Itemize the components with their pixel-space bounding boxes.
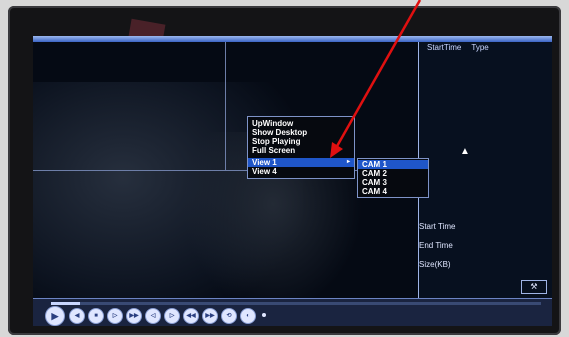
end-time-label: End Time [419, 241, 453, 250]
playback-bar: ▶ ◀ ■ ▷ ▶▶ ◁ ▷ ◀◀ ▶▶ ⟲ ◐ [33, 298, 552, 326]
header-type[interactable]: Type [471, 43, 488, 52]
menu-item-upwindow[interactable]: UpWindow [248, 119, 354, 128]
submenu-item-cam-3[interactable]: CAM 3 [358, 178, 428, 187]
start-time-label: Start Time [419, 222, 456, 231]
menu-item-show-desktop[interactable]: Show Desktop [248, 128, 354, 137]
menu-item-view-1[interactable]: View 1 ▸ [248, 158, 354, 167]
next-frame-icon: ▷ [169, 313, 175, 319]
prev-file-button[interactable]: ◀◀ [183, 308, 199, 324]
wrench-icon: ⚒ [530, 282, 538, 291]
slow-button[interactable]: ▷ [107, 308, 123, 324]
prev-file-icon: ◀◀ [186, 313, 196, 319]
sound-button[interactable]: ◐ [240, 308, 256, 324]
menu-item-stop-playing[interactable]: Stop Playing [248, 137, 354, 146]
submenu-arrow-icon: ▸ [346, 159, 350, 165]
sound-icon: ◐ [246, 313, 250, 319]
playback-progress[interactable] [51, 302, 541, 305]
size-label: Size(KB) [419, 260, 451, 269]
repeat-icon: ⟲ [226, 313, 232, 319]
menu-item-label: View 1 [252, 158, 277, 167]
mouse-cursor-icon: ▲ [460, 146, 470, 157]
next-frame-button[interactable]: ▷ [164, 308, 180, 324]
status-indicator [262, 313, 266, 317]
video-grid-cell [33, 42, 226, 171]
stop-icon: ■ [94, 313, 98, 319]
rewind-icon: ◀ [74, 313, 80, 319]
file-list-panel: StartTime Type Start Time End Time Size(K… [418, 42, 552, 298]
submenu-item-cam-1[interactable]: CAM 1 [358, 160, 428, 169]
slow-icon: ▷ [112, 313, 118, 319]
prev-frame-icon: ◁ [150, 313, 156, 319]
repeat-button[interactable]: ⟲ [221, 308, 237, 324]
submenu-item-cam-2[interactable]: CAM 2 [358, 169, 428, 178]
rewind-button[interactable]: ◀ [69, 308, 85, 324]
fast-icon: ▶▶ [129, 313, 139, 319]
next-file-button[interactable]: ▶▶ [202, 308, 218, 324]
submenu-item-cam-4[interactable]: CAM 4 [358, 187, 428, 196]
dvr-screen: StartTime Type Start Time End Time Size(K… [33, 36, 552, 326]
file-list-header: StartTime Type [427, 43, 499, 52]
menu-item-view-4[interactable]: View 4 [248, 167, 354, 176]
playback-progress-fill [51, 302, 81, 305]
fast-button[interactable]: ▶▶ [126, 308, 142, 324]
context-menu: UpWindow Show Desktop Stop Playing Full … [247, 116, 355, 179]
prev-frame-button[interactable]: ◁ [145, 308, 161, 324]
next-file-icon: ▶▶ [205, 313, 215, 319]
stop-button[interactable]: ■ [88, 308, 104, 324]
play-button[interactable]: ▶ [45, 306, 65, 326]
wrench-button[interactable]: ⚒ [521, 280, 547, 294]
play-icon: ▶ [51, 311, 59, 321]
camera-submenu: CAM 1 CAM 2 CAM 3 CAM 4 [357, 158, 429, 198]
header-start-time[interactable]: StartTime [427, 43, 461, 52]
menu-item-full-screen[interactable]: Full Screen [248, 146, 354, 155]
